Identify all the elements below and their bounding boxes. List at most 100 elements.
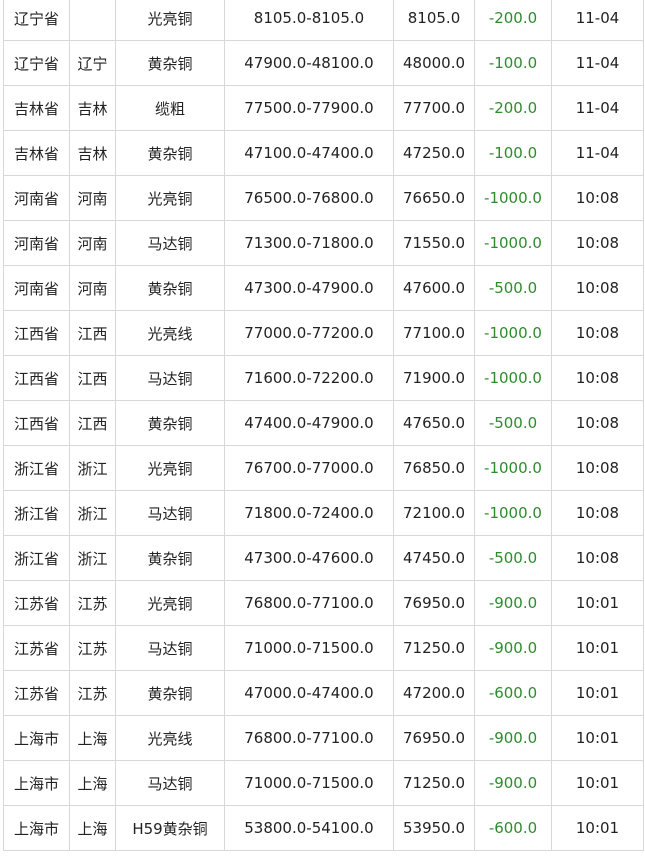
table-row: 上海市 上海 光亮线 76800.0-77100.0 76950.0 -900.0 10:0… bbox=[3, 715, 644, 761]
cell-date: 10:08 bbox=[551, 220, 644, 266]
cell-city: 吉林 bbox=[69, 130, 116, 176]
cell-average-price: 48000.0 bbox=[393, 40, 475, 86]
cell-price-range: 76500.0-76800.0 bbox=[224, 175, 394, 221]
cell-province: 河南省 bbox=[3, 220, 70, 266]
cell-product: 黄杂铜 bbox=[115, 130, 225, 176]
table-row: 江西省 江西 马达铜 71600.0-72200.0 71900.0 -1000.0 10:… bbox=[3, 355, 644, 401]
cell-product: 缆粗 bbox=[115, 85, 225, 131]
cell-date: 10:01 bbox=[551, 670, 644, 716]
table-row: 江苏省 江苏 马达铜 71000.0-71500.0 71250.0 -900.0 10:0… bbox=[3, 625, 644, 671]
table-body: 辽宁省 光亮铜 8105.0-8105.0 8105.0 -200.0 11-04 辽宁省辽… bbox=[3, 0, 644, 851]
cell-province: 浙江省 bbox=[3, 445, 70, 491]
cell-province: 吉林省 bbox=[3, 130, 70, 176]
cell-province: 江苏省 bbox=[3, 670, 70, 716]
cell-average-price: 47450.0 bbox=[393, 535, 475, 581]
cell-city: 辽宁 bbox=[69, 40, 116, 86]
cell-city: 上海 bbox=[69, 760, 116, 806]
cell-city: 江西 bbox=[69, 400, 116, 446]
cell-price-range: 47300.0-47600.0 bbox=[224, 535, 394, 581]
cell-product: 马达铜 bbox=[115, 355, 225, 401]
cell-province: 上海市 bbox=[3, 715, 70, 761]
table-row: 辽宁省 光亮铜 8105.0-8105.0 8105.0 -200.0 11-04 bbox=[3, 0, 644, 41]
table-row: 江苏省 江苏 黄杂铜 47000.0-47400.0 47200.0 -600.0 10:0… bbox=[3, 670, 644, 716]
cell-date: 10:08 bbox=[551, 400, 644, 446]
cell-average-price: 76650.0 bbox=[393, 175, 475, 221]
cell-city: 浙江 bbox=[69, 535, 116, 581]
cell-price-range: 47900.0-48100.0 bbox=[224, 40, 394, 86]
cell-price-change: -600.0 bbox=[474, 670, 552, 716]
cell-product: 光亮铜 bbox=[115, 175, 225, 221]
cell-product: 光亮线 bbox=[115, 310, 225, 356]
cell-product: 光亮铜 bbox=[115, 580, 225, 626]
cell-province: 江西省 bbox=[3, 355, 70, 401]
cell-product: 黄杂铜 bbox=[115, 535, 225, 581]
table-row: 浙江省 浙江 光亮铜 76700.0-77000.0 76850.0 -1000.0 10:… bbox=[3, 445, 644, 491]
cell-date: 11-04 bbox=[551, 40, 644, 86]
cell-date: 10:08 bbox=[551, 355, 644, 401]
cell-date: 10:08 bbox=[551, 535, 644, 581]
cell-average-price: 47250.0 bbox=[393, 130, 475, 176]
cell-date: 10:08 bbox=[551, 265, 644, 311]
cell-price-range: 53800.0-54100.0 bbox=[224, 805, 394, 851]
cell-price-change: -1000.0 bbox=[474, 355, 552, 401]
cell-city: 浙江 bbox=[69, 490, 116, 536]
cell-date: 10:01 bbox=[551, 715, 644, 761]
table-row: 浙江省 浙江 马达铜 71800.0-72400.0 72100.0 -1000.0 10:… bbox=[3, 490, 644, 536]
cell-province: 辽宁省 bbox=[3, 40, 70, 86]
cell-province: 江苏省 bbox=[3, 580, 70, 626]
cell-province: 江西省 bbox=[3, 310, 70, 356]
cell-date: 10:08 bbox=[551, 310, 644, 356]
cell-province: 河南省 bbox=[3, 175, 70, 221]
table-row: 吉林省 吉林 黄杂铜 47100.0-47400.0 47250.0 -100.0 11-0… bbox=[3, 130, 644, 176]
cell-product: 黄杂铜 bbox=[115, 670, 225, 716]
cell-date: 11-04 bbox=[551, 85, 644, 131]
cell-average-price: 77100.0 bbox=[393, 310, 475, 356]
cell-average-price: 47600.0 bbox=[393, 265, 475, 311]
cell-price-change: -1000.0 bbox=[474, 175, 552, 221]
cell-price-change: -500.0 bbox=[474, 400, 552, 446]
cell-date: 10:08 bbox=[551, 445, 644, 491]
cell-city: 江西 bbox=[69, 310, 116, 356]
cell-average-price: 76950.0 bbox=[393, 715, 475, 761]
cell-average-price: 76850.0 bbox=[393, 445, 475, 491]
table-row: 浙江省 浙江 黄杂铜 47300.0-47600.0 47450.0 -500.0 10:0… bbox=[3, 535, 644, 581]
cell-price-range: 76700.0-77000.0 bbox=[224, 445, 394, 491]
cell-price-range: 71600.0-72200.0 bbox=[224, 355, 394, 401]
table-row: 河南省 河南 光亮铜 76500.0-76800.0 76650.0 -1000.0 10:… bbox=[3, 175, 644, 221]
cell-average-price: 76950.0 bbox=[393, 580, 475, 626]
cell-city: 江苏 bbox=[69, 625, 116, 671]
cell-price-change: -500.0 bbox=[474, 265, 552, 311]
table-row: 江西省 江西 光亮线 77000.0-77200.0 77100.0 -1000.0 10:… bbox=[3, 310, 644, 356]
cell-price-change: -200.0 bbox=[474, 85, 552, 131]
cell-price-range: 76800.0-77100.0 bbox=[224, 580, 394, 626]
cell-price-change: -500.0 bbox=[474, 535, 552, 581]
cell-price-change: -1000.0 bbox=[474, 220, 552, 266]
cell-province: 浙江省 bbox=[3, 490, 70, 536]
cell-province: 江西省 bbox=[3, 400, 70, 446]
cell-average-price: 71250.0 bbox=[393, 625, 475, 671]
table-row: 江苏省 江苏 光亮铜 76800.0-77100.0 76950.0 -900.0 10:0… bbox=[3, 580, 644, 626]
table-row: 上海市 上海 H59黄杂铜 53800.0-54100.0 53950.0 -600.0 1… bbox=[3, 805, 644, 851]
cell-average-price: 71900.0 bbox=[393, 355, 475, 401]
cell-price-range: 71300.0-71800.0 bbox=[224, 220, 394, 266]
table-row: 河南省 河南 马达铜 71300.0-71800.0 71550.0 -1000.0 10:… bbox=[3, 220, 644, 266]
cell-city: 吉林 bbox=[69, 85, 116, 131]
cell-price-change: -1000.0 bbox=[474, 310, 552, 356]
cell-average-price: 53950.0 bbox=[393, 805, 475, 851]
cell-product: 马达铜 bbox=[115, 760, 225, 806]
cell-price-range: 77500.0-77900.0 bbox=[224, 85, 394, 131]
cell-average-price: 77700.0 bbox=[393, 85, 475, 131]
cell-province: 河南省 bbox=[3, 265, 70, 311]
cell-price-change: -900.0 bbox=[474, 625, 552, 671]
copper-price-table: 辽宁省 光亮铜 8105.0-8105.0 8105.0 -200.0 11-04 辽宁省辽… bbox=[3, 0, 644, 851]
cell-city bbox=[69, 0, 116, 41]
cell-city: 江苏 bbox=[69, 580, 116, 626]
table-row: 河南省 河南 黄杂铜 47300.0-47900.0 47600.0 -500.0 10:0… bbox=[3, 265, 644, 311]
cell-date: 10:01 bbox=[551, 625, 644, 671]
cell-price-range: 47300.0-47900.0 bbox=[224, 265, 394, 311]
cell-price-change: -100.0 bbox=[474, 40, 552, 86]
cell-price-change: -100.0 bbox=[474, 130, 552, 176]
cell-price-range: 47100.0-47400.0 bbox=[224, 130, 394, 176]
cell-price-range: 71000.0-71500.0 bbox=[224, 760, 394, 806]
price-table-view: 辽宁省 光亮铜 8105.0-8105.0 8105.0 -200.0 11-04 辽宁省辽… bbox=[0, 0, 645, 862]
